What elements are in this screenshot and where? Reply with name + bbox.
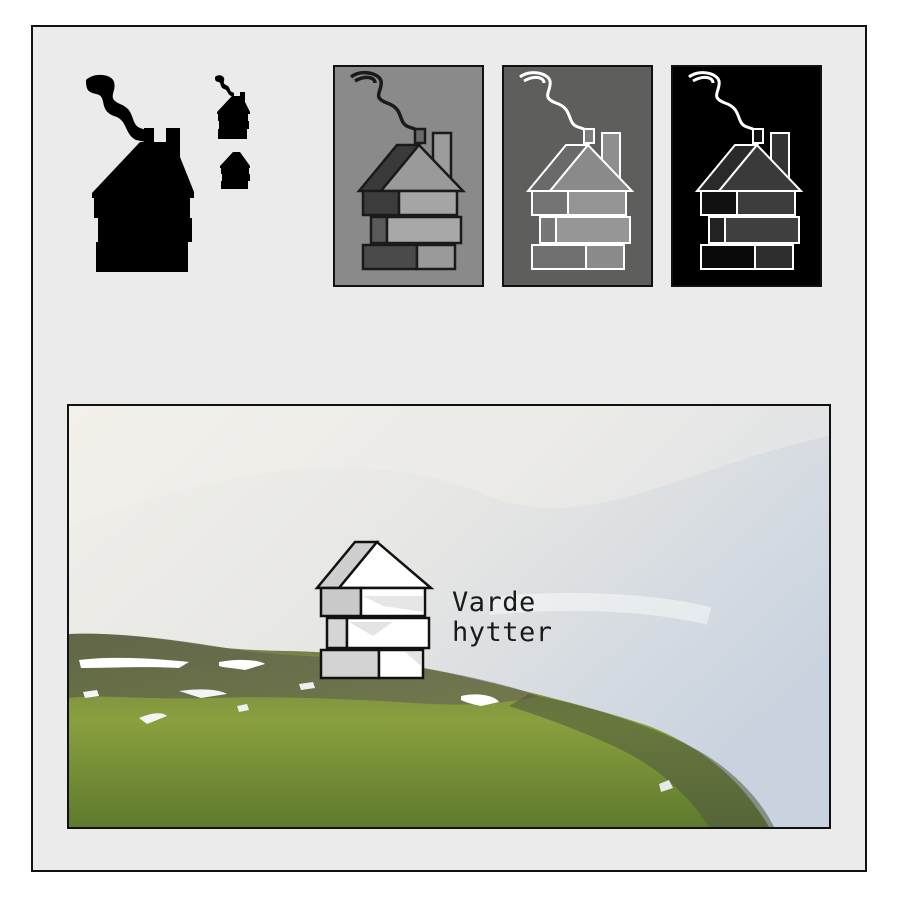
logo-tile-dark (502, 65, 653, 287)
cabin-outline-inverted-icon (688, 71, 804, 270)
brand-wordmark: Varde hytter (452, 588, 553, 648)
large-cabin-silhouette-icon (86, 74, 194, 272)
stacked-cabin-icon (314, 540, 435, 680)
small-cabin-silhouette-icon (215, 75, 250, 139)
tiny-cabin-silhouette-icon (220, 152, 250, 189)
cabin-outline-icon (349, 70, 466, 271)
mountain-landscape-image (69, 406, 829, 827)
brand-name-line2: hytter (452, 617, 553, 648)
landscape-photo (67, 404, 831, 829)
logo-tile-black (671, 65, 822, 287)
logo-tile-light (333, 65, 484, 287)
cabin-outline-white-icon (519, 71, 635, 270)
brand-name-line1: Varde (452, 587, 536, 618)
